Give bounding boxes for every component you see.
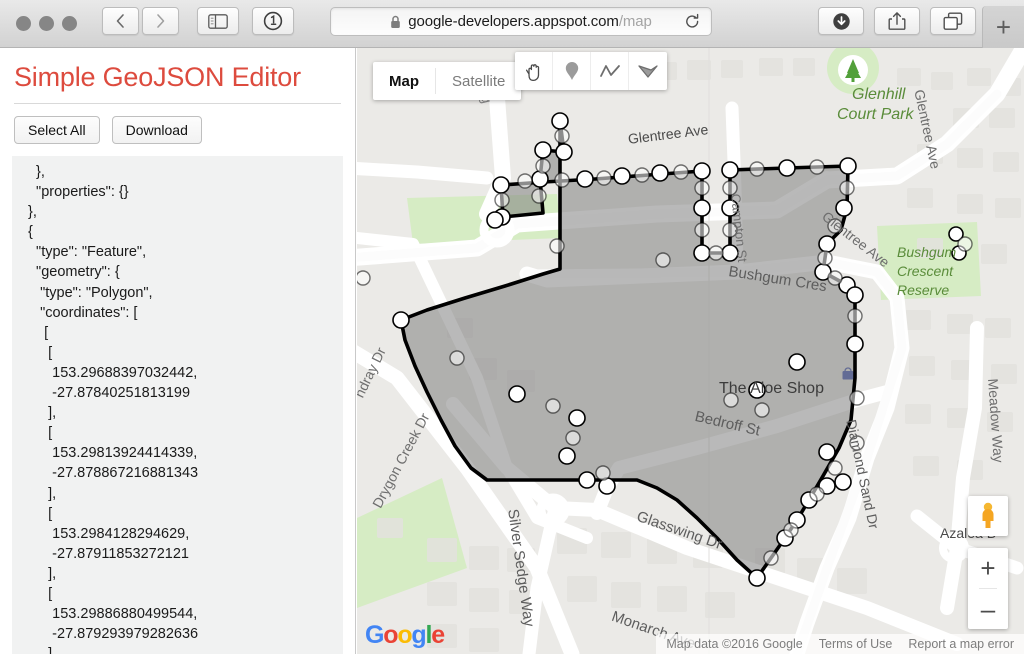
toolbar-right-buttons: [818, 7, 976, 35]
polygon-icon[interactable]: [629, 52, 667, 90]
page-title: Simple GeoJSON Editor: [0, 48, 355, 103]
select-all-button[interactable]: Select All: [14, 116, 100, 144]
zoom-control: + –: [968, 548, 1008, 629]
tab-map[interactable]: Map: [373, 62, 435, 100]
download-icon: [832, 12, 851, 31]
google-logo: Google: [365, 621, 444, 650]
browser-toolbar: google-developers.appspot.com/map: [0, 0, 1024, 48]
title-divider: [14, 103, 341, 104]
chevron-left-icon: [114, 13, 127, 29]
tab-overview-button[interactable]: [930, 7, 976, 35]
drawing-tools-control: [515, 52, 667, 90]
zoom-in-button[interactable]: +: [968, 548, 1008, 588]
password-manager-button[interactable]: [252, 7, 294, 35]
minimize-window-button[interactable]: [39, 16, 54, 31]
reload-button[interactable]: [684, 13, 701, 36]
marker-pin-icon[interactable]: [553, 52, 591, 90]
address-bar[interactable]: google-developers.appspot.com/map: [330, 7, 712, 36]
tab-overview-icon: [943, 12, 963, 31]
lock-icon: [390, 15, 401, 29]
onepassword-icon: [263, 11, 283, 31]
pan-hand-icon[interactable]: [515, 52, 553, 90]
share-icon: [888, 11, 906, 31]
google-logo-letter: g: [411, 621, 425, 649]
chevron-right-icon: [154, 13, 167, 29]
google-logo-letter: o: [397, 621, 411, 649]
share-button[interactable]: [874, 7, 920, 35]
terms-of-use-link[interactable]: Terms of Use: [819, 637, 893, 651]
geojson-textarea[interactable]: }, "properties": {} }, { "type": "Featur…: [12, 156, 343, 654]
zoom-out-button[interactable]: –: [968, 589, 1008, 629]
tab-satellite[interactable]: Satellite: [436, 62, 521, 100]
maximize-window-button[interactable]: [62, 16, 77, 31]
geojson-text: }, "properties": {} }, { "type": "Featur…: [12, 162, 343, 654]
map-type-control: Map Satellite: [373, 62, 521, 100]
geojson-editor-panel: Simple GeoJSON Editor Select All Downloa…: [0, 48, 356, 654]
downloads-button[interactable]: [818, 7, 864, 35]
polygon-shape[interactable]: [401, 121, 855, 578]
back-button[interactable]: [102, 7, 139, 35]
forward-button[interactable]: [142, 7, 179, 35]
url-text: google-developers.appspot.com/map: [408, 13, 652, 30]
polyline-icon[interactable]: [591, 52, 629, 90]
sidebar-icon: [208, 14, 228, 29]
report-map-error-link[interactable]: Report a map error: [908, 637, 1014, 651]
close-window-button[interactable]: [16, 16, 31, 31]
navigation-buttons: [102, 7, 179, 35]
geojson-polygon-overlay[interactable]: [357, 48, 1024, 654]
editor-button-row: Select All Download: [0, 116, 355, 156]
google-logo-letter: o: [383, 621, 397, 649]
google-logo-letter: G: [365, 621, 383, 649]
window-traffic-lights: [16, 16, 77, 31]
show-sidebar-button[interactable]: [197, 7, 239, 35]
browser-window: google-developers.appspot.com/map: [0, 0, 1024, 654]
street-view-pegman-icon[interactable]: [968, 496, 1008, 536]
map-data-text: Map data ©2016 Google: [666, 637, 802, 651]
map-attribution: Map data ©2016 Google Terms of Use Repor…: [656, 634, 1024, 654]
download-button[interactable]: Download: [112, 116, 202, 144]
map-canvas[interactable]: GlenhillCourt ParkGlentree AveGlentree A…: [357, 48, 1024, 654]
new-tab-label: +: [996, 14, 1011, 40]
new-tab-button[interactable]: +: [982, 6, 1024, 48]
google-logo-letter: e: [431, 621, 444, 649]
